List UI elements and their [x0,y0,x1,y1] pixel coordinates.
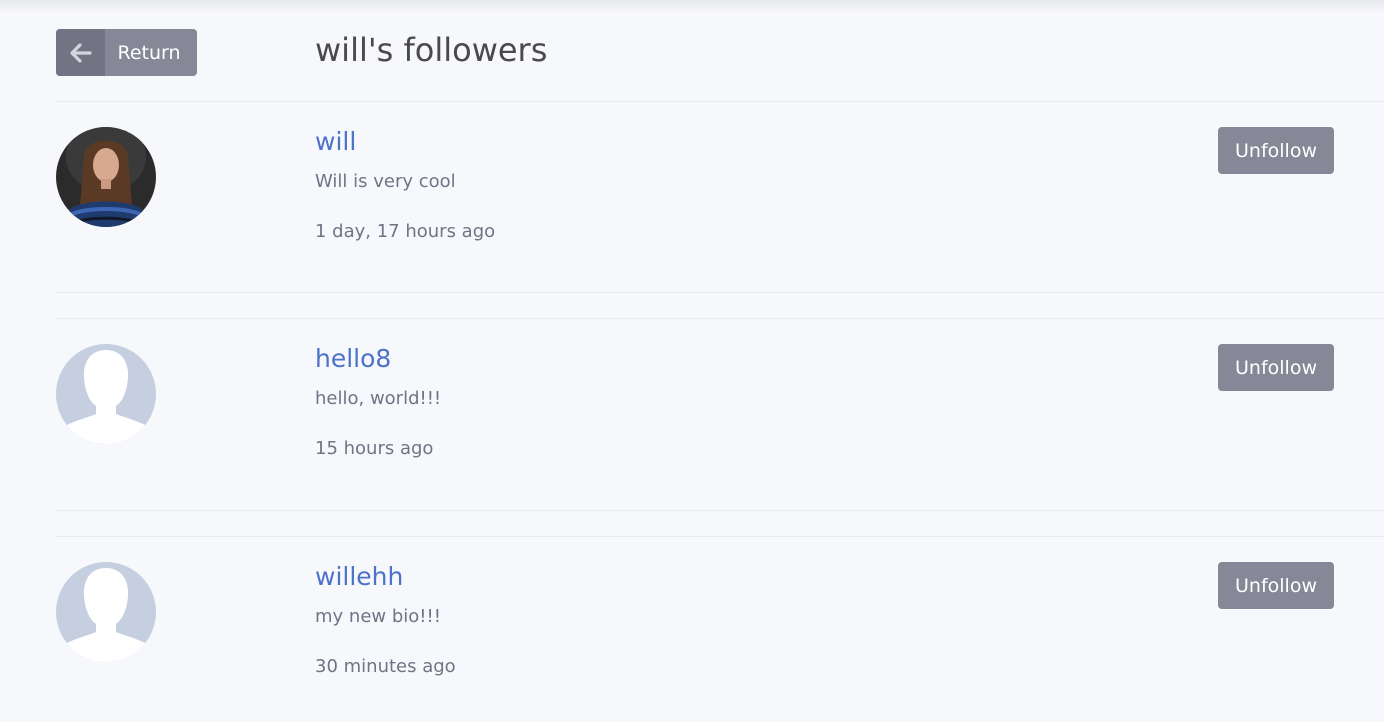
unfollow-button[interactable]: Unfollow [1218,562,1334,609]
return-button-label: Return [117,41,181,64]
follower-row: will Will is very cool 1 day, 17 hours a… [0,127,1384,277]
follow-time: 15 hours ago [315,438,434,459]
page-title: will's followers [315,31,548,69]
top-shadow [0,0,1384,14]
follower-bio: Will is very cool [315,171,456,192]
arrow-left-icon [69,42,92,63]
follower-username-link[interactable]: willehh [315,562,403,592]
return-button[interactable]: Return [56,29,197,76]
default-user-icon [56,562,156,662]
follower-row: hello8 hello, world!!! 15 hours ago Unfo… [0,344,1384,494]
divider [56,318,1384,319]
avatar[interactable] [56,127,156,227]
unfollow-button[interactable]: Unfollow [1218,344,1334,391]
divider [56,292,1384,293]
return-icon-box [56,29,105,76]
follower-bio: hello, world!!! [315,388,442,409]
avatar[interactable] [56,562,156,662]
divider [56,536,1384,537]
default-user-icon [56,344,156,444]
divider [56,510,1384,511]
user-photo-icon [56,127,156,227]
followers-page: Return will's followers will Will is ver… [0,0,1384,722]
avatar[interactable] [56,344,156,444]
follower-username-link[interactable]: will [315,127,356,157]
follower-row: willehh my new bio!!! 30 minutes ago Unf… [0,562,1384,712]
follow-time: 1 day, 17 hours ago [315,221,496,242]
follower-bio: my new bio!!! [315,606,441,627]
follow-time: 30 minutes ago [315,656,456,677]
divider [56,101,1384,102]
unfollow-button[interactable]: Unfollow [1218,127,1334,174]
follower-username-link[interactable]: hello8 [315,344,391,374]
